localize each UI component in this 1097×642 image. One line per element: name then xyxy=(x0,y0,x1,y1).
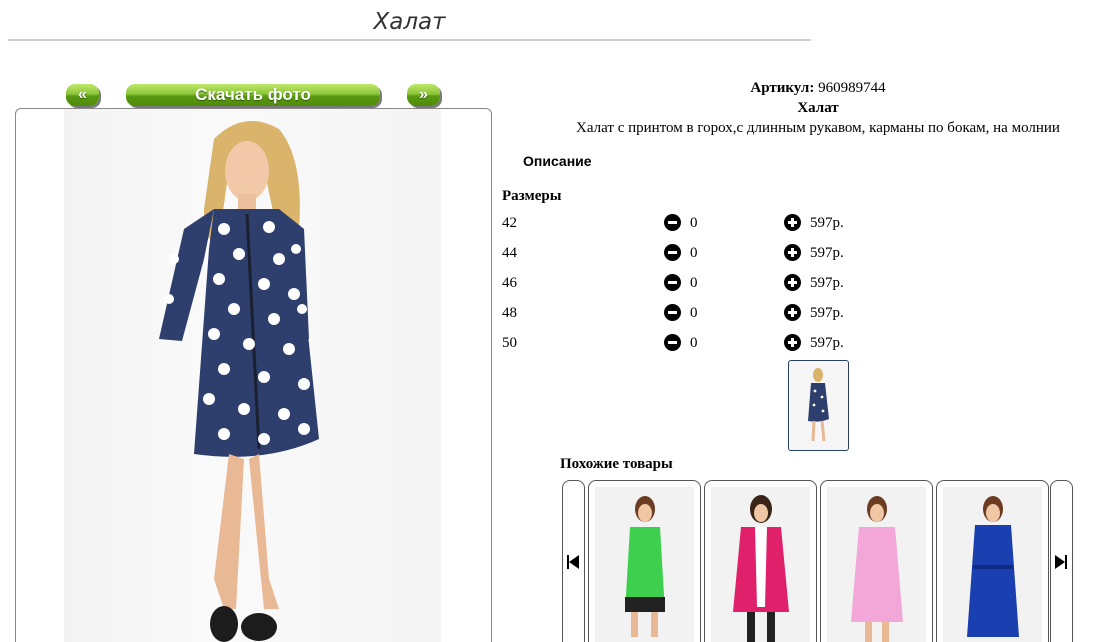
skip-back-icon xyxy=(567,555,579,569)
size-row: 50 0 597р. xyxy=(502,332,862,354)
size-row: 42 0 597р. xyxy=(502,212,862,234)
next-photo-button[interactable]: » xyxy=(407,84,440,106)
minus-icon[interactable] xyxy=(664,214,681,231)
plus-icon[interactable] xyxy=(784,244,801,261)
size-label: 48 xyxy=(502,305,517,321)
description-heading[interactable]: Описание xyxy=(523,153,592,169)
similar-product-card[interactable] xyxy=(936,480,1049,642)
carousel-next-button[interactable] xyxy=(1050,480,1073,642)
price-value: 597р. xyxy=(810,275,844,291)
size-row: 46 0 597р. xyxy=(502,272,862,294)
size-row: 48 0 597р. xyxy=(502,302,862,324)
size-label: 50 xyxy=(502,335,517,351)
quantity-value: 0 xyxy=(690,245,698,261)
carousel-prev-button[interactable] xyxy=(562,480,585,642)
similar-product-card[interactable] xyxy=(588,480,701,642)
article-value: 960989744 xyxy=(818,80,886,96)
main-product-photo[interactable] xyxy=(64,109,441,642)
plus-icon[interactable] xyxy=(784,334,801,351)
quantity-value: 0 xyxy=(690,215,698,231)
product-page: Халат « Скачать фото » Артикул: 96098974… xyxy=(0,0,1097,642)
quantity-value: 0 xyxy=(690,305,698,321)
page-title: Халат xyxy=(8,6,811,41)
price-value: 597р. xyxy=(810,245,844,261)
minus-icon[interactable] xyxy=(664,334,681,351)
similar-products-heading: Похожие товары xyxy=(560,456,673,472)
price-value: 597р. xyxy=(810,305,844,321)
size-label: 44 xyxy=(502,245,517,261)
sizes-heading: Размеры xyxy=(502,188,562,204)
pink-robe-photo xyxy=(711,487,810,642)
similar-product-card[interactable] xyxy=(820,480,933,642)
main-photo-frame xyxy=(15,108,492,642)
plus-icon[interactable] xyxy=(784,274,801,291)
article-line: Артикул: 960989744 xyxy=(500,80,1097,97)
similar-product-card[interactable] xyxy=(704,480,817,642)
green-dress-photo xyxy=(595,487,694,642)
light-pink-robe-photo xyxy=(827,487,926,642)
article-label: Артикул: xyxy=(750,80,815,96)
quantity-value: 0 xyxy=(690,275,698,291)
product-thumbnail[interactable] xyxy=(788,360,849,451)
prev-photo-button[interactable]: « xyxy=(66,84,99,106)
skip-forward-icon xyxy=(1055,555,1067,569)
price-value: 597р. xyxy=(810,335,844,351)
blue-robe-photo xyxy=(943,487,1042,642)
download-photo-button[interactable]: Скачать фото xyxy=(126,84,380,106)
plus-icon[interactable] xyxy=(784,304,801,321)
product-name: Халат xyxy=(797,100,839,116)
minus-icon[interactable] xyxy=(664,274,681,291)
size-label: 42 xyxy=(502,215,517,231)
size-row: 44 0 597р. xyxy=(502,242,862,264)
plus-icon[interactable] xyxy=(784,214,801,231)
minus-icon[interactable] xyxy=(664,304,681,321)
product-description: Халат с принтом в горох,с длинным рукаво… xyxy=(576,120,1060,136)
minus-icon[interactable] xyxy=(664,244,681,261)
price-value: 597р. xyxy=(810,215,844,231)
size-label: 46 xyxy=(502,275,517,291)
quantity-value: 0 xyxy=(690,335,698,351)
